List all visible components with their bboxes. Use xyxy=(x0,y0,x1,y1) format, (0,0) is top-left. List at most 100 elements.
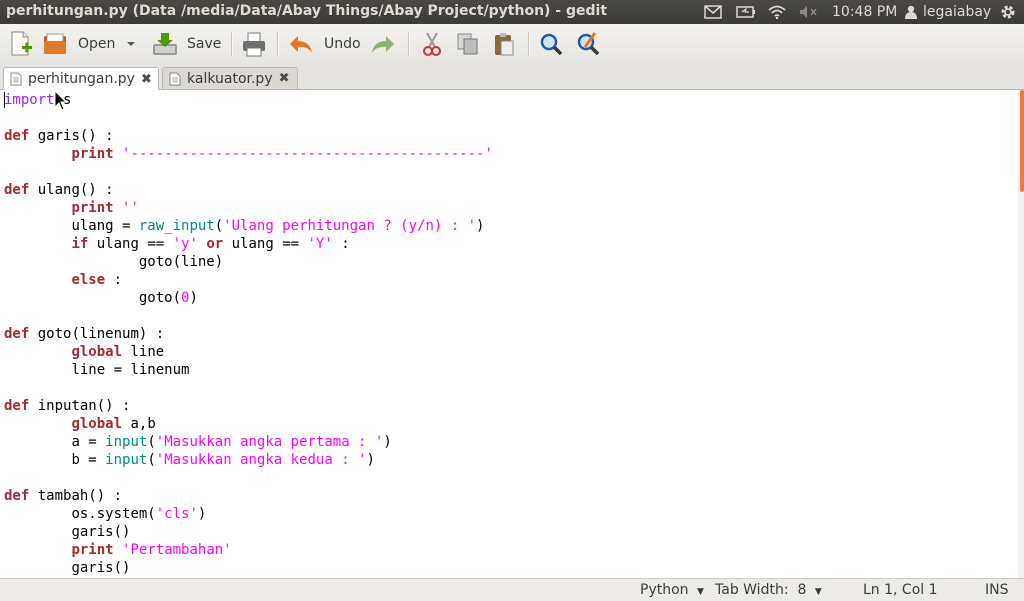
new-button[interactable] xyxy=(9,30,33,58)
code-line: def goto(linenum) : xyxy=(4,325,493,343)
close-tab-icon[interactable]: ✖ xyxy=(141,72,152,87)
code-line: if ulang == 'y' or ulang == 'Y' : xyxy=(4,235,493,253)
print-button[interactable] xyxy=(241,30,267,58)
code-token: ) xyxy=(366,452,375,468)
save-button[interactable]: Save xyxy=(152,30,221,58)
code-token: or xyxy=(206,236,224,252)
code-token: input xyxy=(105,434,148,450)
code-line: def inputan() : xyxy=(4,397,493,415)
code-token: os.system( xyxy=(63,506,156,522)
open-folder-icon xyxy=(44,33,66,54)
tab-perhitungan[interactable]: perhitungan.py ✖ xyxy=(3,67,159,90)
code-token: line xyxy=(122,344,165,360)
code-token: def xyxy=(4,326,30,342)
undo-button[interactable]: Undo xyxy=(288,30,361,58)
toolbar-separator xyxy=(277,32,279,56)
code-token: ) xyxy=(476,218,485,234)
save-label: Save xyxy=(187,36,222,52)
battery-icon[interactable] xyxy=(736,0,756,24)
redo-arrow-icon xyxy=(372,36,394,53)
username: legaiabay xyxy=(923,4,992,20)
user-icon xyxy=(905,5,917,19)
redo-button[interactable] xyxy=(370,30,396,58)
text-file-icon xyxy=(169,72,181,85)
wifi-icon[interactable] xyxy=(767,0,787,24)
close-tab-icon[interactable]: ✖ xyxy=(279,71,290,86)
volume-muted-icon[interactable] xyxy=(799,0,819,24)
new-document-icon xyxy=(11,31,32,56)
code-token: ulang() : xyxy=(29,182,114,198)
code-line: print 'Pertambahan' xyxy=(4,541,493,559)
user-menu[interactable]: legaiabay xyxy=(905,0,991,24)
code-token: garis() xyxy=(63,560,131,576)
tab-label: kalkuator.py xyxy=(187,70,273,87)
save-icon xyxy=(153,33,177,55)
tab-kalkuator[interactable]: kalkuator.py ✖ xyxy=(162,67,298,89)
code-token: global xyxy=(71,416,123,432)
clock[interactable]: 10:48 PM xyxy=(832,0,897,24)
open-button[interactable]: Open xyxy=(42,30,115,58)
code-token: if xyxy=(71,236,89,252)
code-token: 'cls' xyxy=(155,506,198,522)
code-line: os.system('cls') xyxy=(4,505,493,523)
code-token: def xyxy=(4,398,30,414)
scrollbar-thumb[interactable] xyxy=(1020,90,1024,192)
text-cursor xyxy=(4,92,5,108)
code-token: import xyxy=(4,92,55,108)
code-token: '---------------------------------------… xyxy=(122,146,493,162)
cut-button[interactable] xyxy=(419,30,445,58)
code-token: 'Masukkan angka kedua : ' xyxy=(155,452,367,468)
undo-label: Undo xyxy=(324,36,361,52)
code-token: global xyxy=(71,344,123,360)
document-tabs: perhitungan.py ✖ kalkuator.py ✖ xyxy=(0,65,1024,90)
status-bar: Python ▼ Tab Width: 8 ▼ Ln 1, Col 1 INS xyxy=(0,578,1024,601)
code-editor[interactable]: importos def garis() : print '-----------… xyxy=(0,90,1018,578)
gear-icon[interactable] xyxy=(999,0,1017,24)
code-token: def xyxy=(4,128,30,144)
vertical-scrollbar[interactable] xyxy=(1018,90,1024,578)
code-token: ) xyxy=(189,290,198,306)
code-line: global line xyxy=(4,343,493,361)
code-token: : xyxy=(332,236,350,252)
cut-icon xyxy=(423,32,441,56)
print-icon xyxy=(243,32,265,57)
code-token: '' xyxy=(122,200,139,216)
find-replace-button[interactable] xyxy=(575,30,601,58)
open-recent-dropdown[interactable] xyxy=(126,30,136,58)
copy-button[interactable] xyxy=(455,30,481,58)
toolbar: Open Save Undo xyxy=(0,24,1024,66)
tab-width-label: Tab Width: 8 xyxy=(715,582,807,598)
code-token: print xyxy=(71,146,114,162)
code-token: garis() xyxy=(63,524,131,540)
code-token: 'Ulang perhitungan ? (y/n) : ' xyxy=(223,218,477,234)
code-token: 'Y' xyxy=(307,236,333,252)
chevron-down-icon: ▼ xyxy=(814,587,822,597)
code-token: garis() : xyxy=(29,128,114,144)
find-replace-icon xyxy=(577,32,600,56)
code-token: inputan() : xyxy=(29,398,131,414)
code-token: ulang == xyxy=(223,236,308,252)
code-text[interactable]: importos def garis() : print '-----------… xyxy=(4,91,493,577)
code-line: goto(0) xyxy=(4,289,493,307)
code-line: line = linenum xyxy=(4,361,493,379)
code-line: goto(line) xyxy=(4,253,493,271)
code-token: else xyxy=(71,272,106,288)
code-token: 'Masukkan angka pertama : ' xyxy=(155,434,384,450)
mail-icon[interactable] xyxy=(704,0,722,24)
language-selector[interactable]: Python ▼ xyxy=(640,582,704,598)
paste-button[interactable] xyxy=(491,30,517,58)
find-button[interactable] xyxy=(538,30,564,58)
chevron-down-icon: ▼ xyxy=(696,587,704,597)
copy-icon xyxy=(457,33,478,55)
code-token: raw_input xyxy=(138,218,215,234)
window-title: perhitungan.py (Data /media/Data/Abay Th… xyxy=(6,3,608,19)
code-token: input xyxy=(105,452,148,468)
code-token: print xyxy=(71,542,114,558)
code-token: tambah() : xyxy=(29,488,123,504)
tab-width-selector[interactable]: Tab Width: 8 ▼ xyxy=(715,582,822,598)
code-line: def garis() : xyxy=(4,127,493,145)
